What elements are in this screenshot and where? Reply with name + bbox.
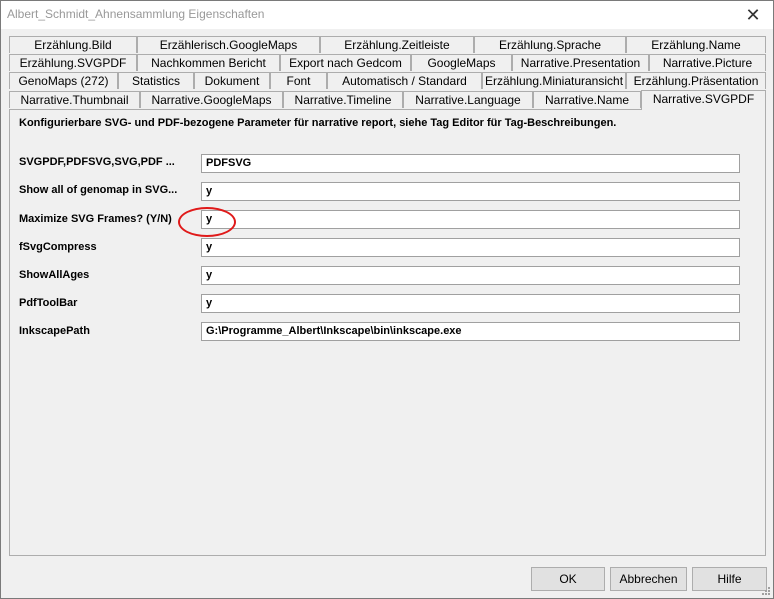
tab-narrative-presentation[interactable]: Narrative.Presentation: [512, 54, 649, 71]
fsvgcompress-input[interactable]: y: [201, 238, 740, 257]
tab-erzaehlung-svgpdf[interactable]: Erzählung.SVGPDF: [9, 54, 137, 71]
tab-narrative-name[interactable]: Narrative.Name: [533, 91, 641, 108]
title-bar[interactable]: Albert_Schmidt_Ahnensammlung Eigenschaft…: [1, 1, 773, 29]
help-button[interactable]: Hilfe: [692, 567, 767, 591]
close-icon[interactable]: ✕: [741, 3, 765, 27]
field-label-showallages: ShowAllAges: [19, 269, 90, 281]
field-label-fsvgcompress: fSvgCompress: [19, 241, 97, 253]
tab-narrative-timeline[interactable]: Narrative.Timeline: [283, 91, 403, 108]
window-title: Albert_Schmidt_Ahnensammlung Eigenschaft…: [7, 7, 265, 21]
tab-narrative-thumbnail[interactable]: Narrative.Thumbnail: [9, 91, 140, 108]
svgpdf-mode-input[interactable]: PDFSVG: [201, 154, 740, 173]
tab-automatisch-standard[interactable]: Automatisch / Standard: [327, 72, 482, 89]
tab-erzaehlung-zeitleiste[interactable]: Erzählung.Zeitleiste: [320, 36, 474, 53]
showallages-input[interactable]: y: [201, 266, 740, 285]
field-label-pdftoolbar: PdfToolBar: [19, 297, 78, 309]
tab-narrative-language[interactable]: Narrative.Language: [403, 91, 533, 108]
tab-googlemaps[interactable]: GoogleMaps: [411, 54, 512, 71]
tab-nachkommen-bericht[interactable]: Nachkommen Bericht: [137, 54, 280, 71]
tab-narrative-picture[interactable]: Narrative.Picture: [649, 54, 766, 71]
tab-export-gedcom[interactable]: Export nach Gedcom: [280, 54, 411, 71]
tab-genomaps[interactable]: GenoMaps (272): [9, 72, 118, 89]
tab-narrative-googlemaps[interactable]: Narrative.GoogleMaps: [140, 91, 283, 108]
tab-narrative-svgpdf[interactable]: Narrative.SVGPDF: [641, 90, 766, 110]
resize-grip-icon[interactable]: [759, 584, 771, 596]
tab-erzaehlung-praesentation[interactable]: Erzählung.Präsentation: [626, 72, 766, 89]
tab-dokument[interactable]: Dokument: [194, 72, 270, 89]
tab-font[interactable]: Font: [270, 72, 327, 89]
inkscapepath-input[interactable]: G:\Programme_Albert\Inkscape\bin\inkscap…: [201, 322, 740, 341]
tab-statistics[interactable]: Statistics: [118, 72, 194, 89]
maximize-svg-frames-input[interactable]: y: [201, 210, 740, 229]
panel-description: Konfigurierbare SVG- und PDF-bezogene Pa…: [19, 117, 617, 129]
show-all-genomap-input[interactable]: y: [201, 182, 740, 201]
tab-erzaehlerisch-googlemaps[interactable]: Erzählerisch.GoogleMaps: [137, 36, 320, 53]
field-label-show-all-genomap: Show all of genomap in SVG...: [19, 184, 178, 196]
field-label-inkscapepath: InkscapePath: [19, 325, 90, 337]
field-label-svgpdf-mode: SVGPDF,PDFSVG,SVG,PDF ...: [19, 156, 175, 168]
svgpdf-panel: Konfigurierbare SVG- und PDF-bezogene Pa…: [9, 109, 766, 556]
ok-button[interactable]: OK: [531, 567, 605, 591]
tab-erzaehlung-name[interactable]: Erzählung.Name: [626, 36, 766, 53]
field-label-maximize-svg-frames: Maximize SVG Frames? (Y/N): [19, 213, 172, 225]
tab-erzaehlung-miniaturansicht[interactable]: Erzählung.Miniaturansicht: [482, 72, 626, 89]
tab-erzaehlung-bild[interactable]: Erzählung.Bild: [9, 36, 137, 53]
tab-erzaehlung-sprache[interactable]: Erzählung.Sprache: [474, 36, 626, 53]
pdftoolbar-input[interactable]: y: [201, 294, 740, 313]
properties-dialog: Albert_Schmidt_Ahnensammlung Eigenschaft…: [0, 0, 774, 599]
cancel-button[interactable]: Abbrechen: [610, 567, 687, 591]
